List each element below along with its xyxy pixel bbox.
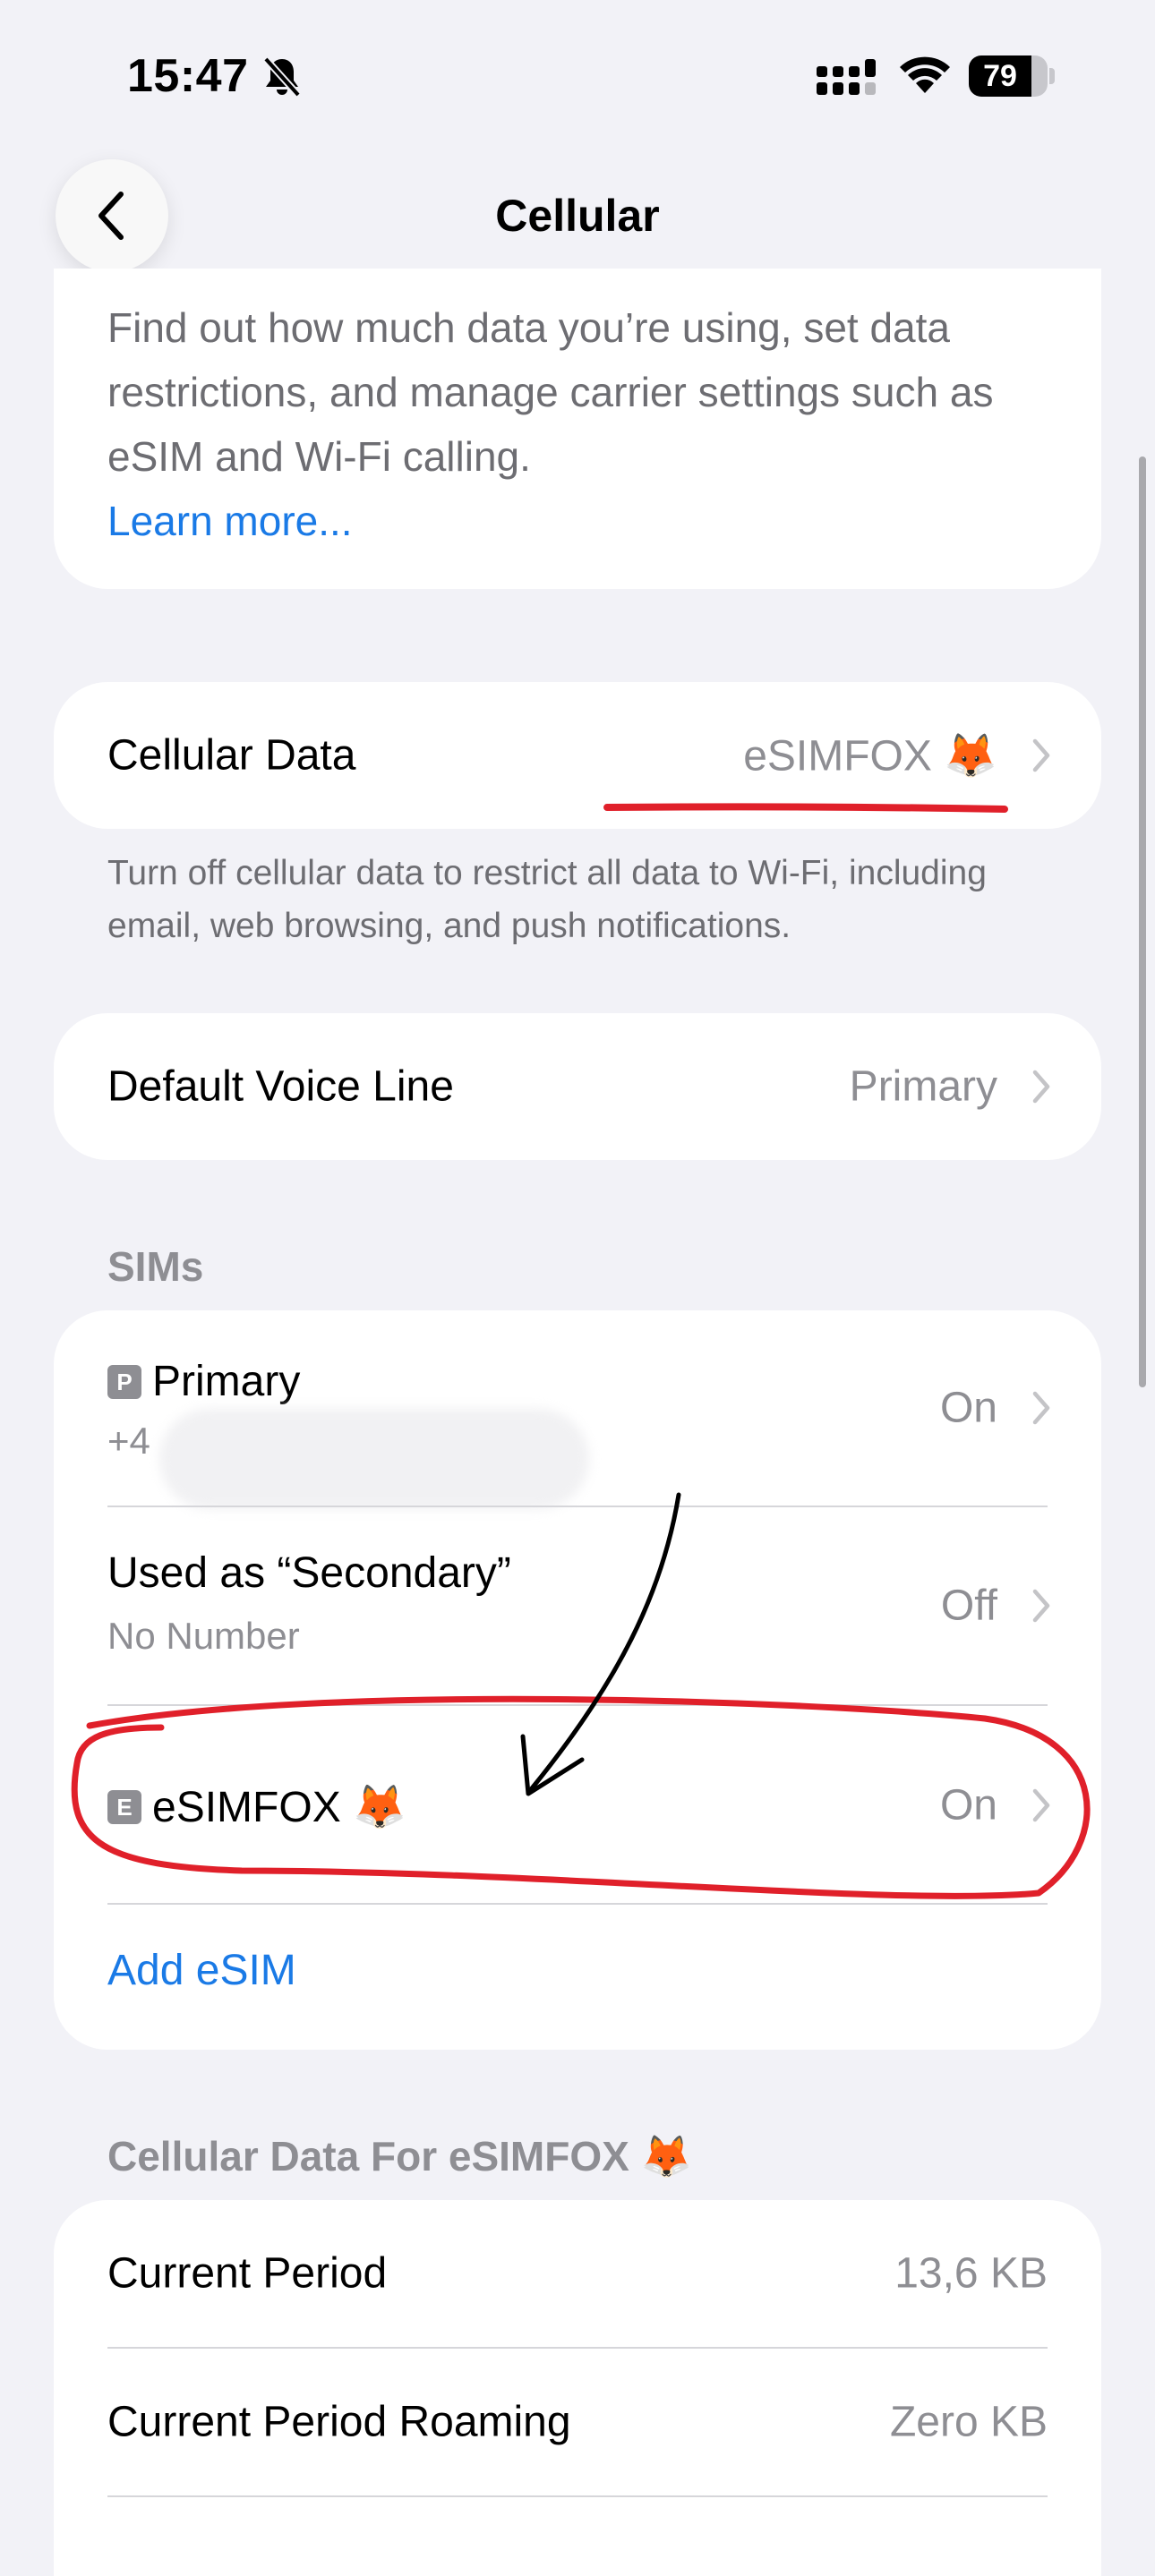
current-period-roaming-row: Current Period Roaming Zero KB [54,2349,1101,2495]
default-voice-line-row[interactable]: Default Voice Line Primary [54,1013,1101,1160]
chevron-right-icon [1032,1589,1050,1623]
status-time: 15:47 [127,50,249,102]
sims-card: P Primary +4 On Used as “Secondary” No N… [54,1310,1101,2050]
sim-number: +4 [107,1420,150,1462]
sim-title: Used as “Secondary” [107,1548,511,1598]
sims-section-header: SIMs [107,1243,204,1290]
default-voice-line-value: Primary [849,1062,997,1111]
sim-row-esimfox[interactable]: E eSIMFOX 🦊 On [54,1706,1101,1905]
chevron-right-icon [1032,738,1050,772]
chevron-right-icon [1032,1788,1050,1822]
separator [107,1903,1048,1905]
sim-status: On [939,1384,997,1432]
sim-title: P Primary [107,1357,300,1406]
current-period-value: 13,6 KB [894,2249,1048,2298]
sim-title: E eSIMFOX 🦊 [107,1781,406,1832]
cellular-data-footnote: Turn off cellular data to restrict all d… [107,854,987,945]
sim-status: Off [940,1582,997,1630]
chevron-right-icon [1032,1391,1050,1425]
sim-badge-e: E [107,1789,141,1824]
sim-name: Primary [152,1358,301,1405]
sim-row-primary[interactable]: P Primary +4 On [54,1310,1101,1509]
intro-card: Find out how much data you’re using, set… [54,269,1101,589]
current-period-row: Current Period 13,6 KB [54,2200,1101,2347]
sim-row-secondary[interactable]: Used as “Secondary” No Number Off [54,1507,1101,1704]
battery-icon: 79 [969,55,1055,97]
page-title: Cellular [495,191,660,241]
cellular-signal-icon [817,59,876,95]
add-esim-button[interactable]: Add eSIM [107,1946,296,1995]
separator [107,2495,1048,2497]
sim-badge-p: P [107,1364,141,1399]
sim-number: No Number [107,1615,300,1657]
current-period-roaming-label: Current Period Roaming [107,2398,571,2446]
chevron-right-icon [1032,1070,1050,1104]
default-voice-line-label: Default Voice Line [107,1062,454,1111]
sim-status: On [939,1781,997,1830]
redacted-number [159,1409,589,1509]
current-period-label: Current Period [107,2249,388,2298]
wifi-icon [900,56,950,93]
intro-text: Find out how much data you’re using, set… [107,295,1065,553]
bell-slash-icon [263,56,301,98]
usage-card: Current Period 13,6 KB Current Period Ro… [54,2200,1101,2576]
sim-name: Used as “Secondary” [107,1549,511,1597]
cellular-data-row[interactable]: Cellular Data eSIMFOX 🦊 [54,682,1101,829]
scroll-indicator[interactable] [1139,456,1146,1387]
sim-name: eSIMFOX 🦊 [152,1784,406,1831]
status-bar: 15:47 79 [0,0,1155,152]
cellular-data-value: eSIMFOX 🦊 [743,732,997,780]
learn-more-link[interactable]: Learn more... [107,489,1065,553]
cellular-data-label: Cellular Data [107,731,356,780]
cellular-data-card: Cellular Data eSIMFOX 🦊 [54,682,1101,829]
battery-level: 79 [983,59,1017,93]
usage-section-header: Cellular Data For eSIMFOX 🦊 [107,2133,692,2179]
intro-description: Find out how much data you’re using, set… [107,304,994,480]
default-voice-card: Default Voice Line Primary [54,1013,1101,1160]
current-period-roaming-value: Zero KB [889,2398,1048,2446]
